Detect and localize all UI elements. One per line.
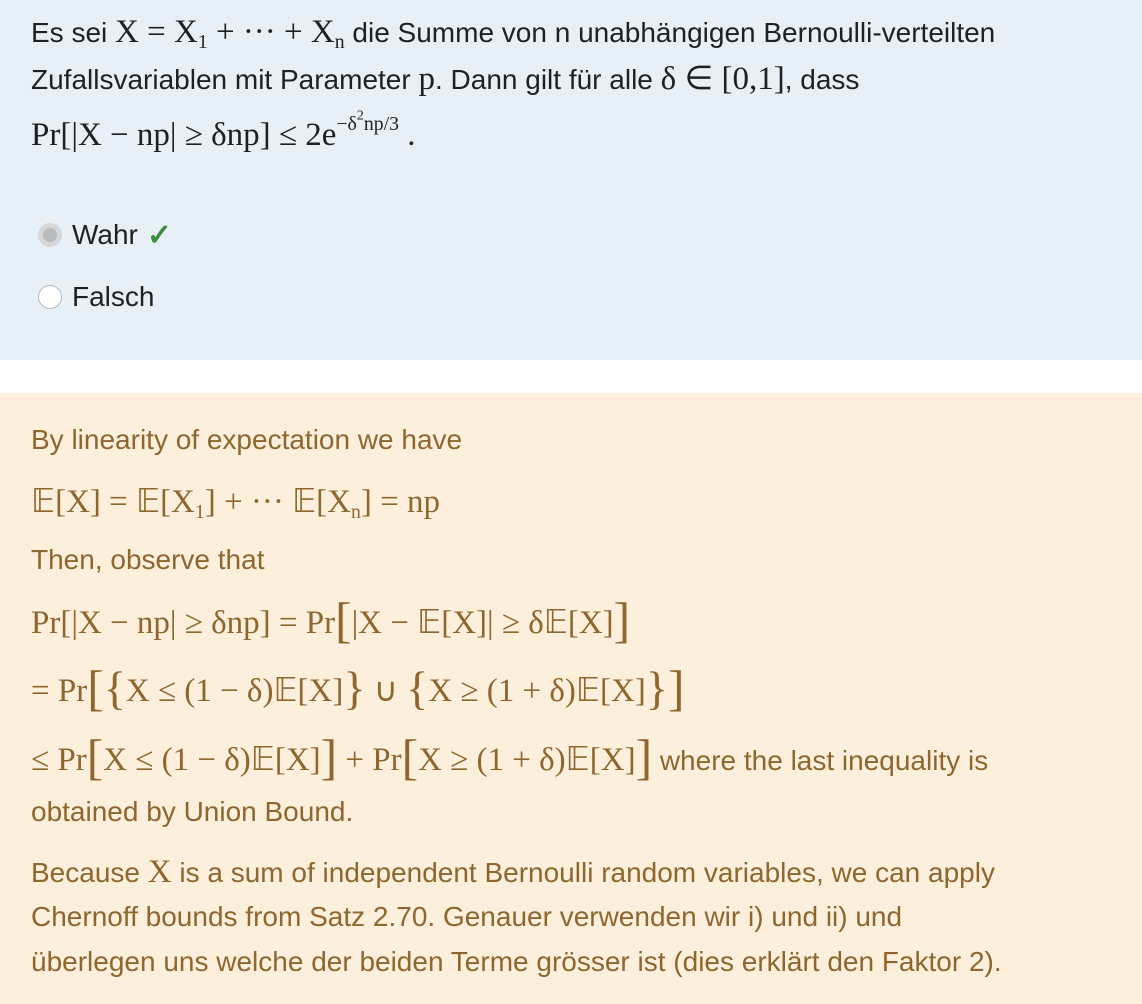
question-text: , dass xyxy=(784,64,860,95)
radio-true[interactable] xyxy=(38,223,62,247)
question-text: Zufallsvariablen mit Parameter xyxy=(31,64,411,95)
math-step-2: = Pr[{X ≤ (1 − δ)𝔼[X]} ∪ {X ≥ (1 + δ)𝔼[X… xyxy=(31,660,685,716)
option-false[interactable]: Falsch xyxy=(38,281,154,313)
math-step-3: ≤ Pr[X ≤ (1 − δ)𝔼[X]] + Pr[X ≥ (1 + δ)𝔼[… xyxy=(31,729,989,785)
question-text: Es sei xyxy=(31,17,108,48)
radio-false[interactable] xyxy=(38,285,62,309)
feedback-panel: By linearity of expectation we have 𝔼[X]… xyxy=(0,393,1142,1004)
feedback-text-7: überlegen uns welche der beiden Terme gr… xyxy=(31,946,1002,977)
option-true[interactable]: Wahr ✓ xyxy=(38,218,172,252)
feedback-text-4: obtained by Union Bound. xyxy=(31,796,354,827)
feedback-text-5b: is a sum of independent Bernoulli random… xyxy=(179,857,995,888)
math-x: X xyxy=(147,854,172,890)
checkmark-icon: ✓ xyxy=(146,218,172,252)
math-inequality: Pr[|X − np| ≥ δnp] ≤ 2e−δ2np/3 . xyxy=(31,108,416,154)
option-true-label: Wahr xyxy=(72,219,138,250)
feedback-text-2: Then, observe that xyxy=(31,544,265,575)
math-expectation: 𝔼[X] = 𝔼[X1] + ··· 𝔼[Xn] = np xyxy=(31,484,440,523)
feedback-text-5a: Because xyxy=(31,857,140,888)
feedback-text-5: Because X is a sum of independent Bernou… xyxy=(31,854,995,891)
feedback-text-1: By linearity of expectation we have xyxy=(31,424,463,455)
feedback-text-3: where the last inequality is xyxy=(659,745,989,776)
math-step-1: Pr[|X − np| ≥ δnp] = Pr[|X − 𝔼[X]| ≥ δ𝔼[… xyxy=(31,592,631,648)
question-text: die Summe von n unabhängigen Bernoulli-v… xyxy=(352,17,996,48)
question-line-1: Es sei X = X1 + ··· + Xn die Summe von n… xyxy=(31,14,996,53)
option-false-label: Falsch xyxy=(72,281,155,312)
question-text: . Dann gilt für alle xyxy=(434,64,653,95)
feedback-text-6: Chernoff bounds from Satz 2.70. Genauer … xyxy=(31,901,903,932)
math-p: p xyxy=(418,61,435,97)
math-sum: X = X1 + ··· + Xn xyxy=(115,14,345,53)
question-panel: Es sei X = X1 + ··· + Xn die Summe von n… xyxy=(0,0,1142,360)
math-delta-range: δ ∈ [0,1] xyxy=(660,61,785,97)
question-line-2: Zufallsvariablen mit Parameter p. Dann g… xyxy=(31,58,859,98)
